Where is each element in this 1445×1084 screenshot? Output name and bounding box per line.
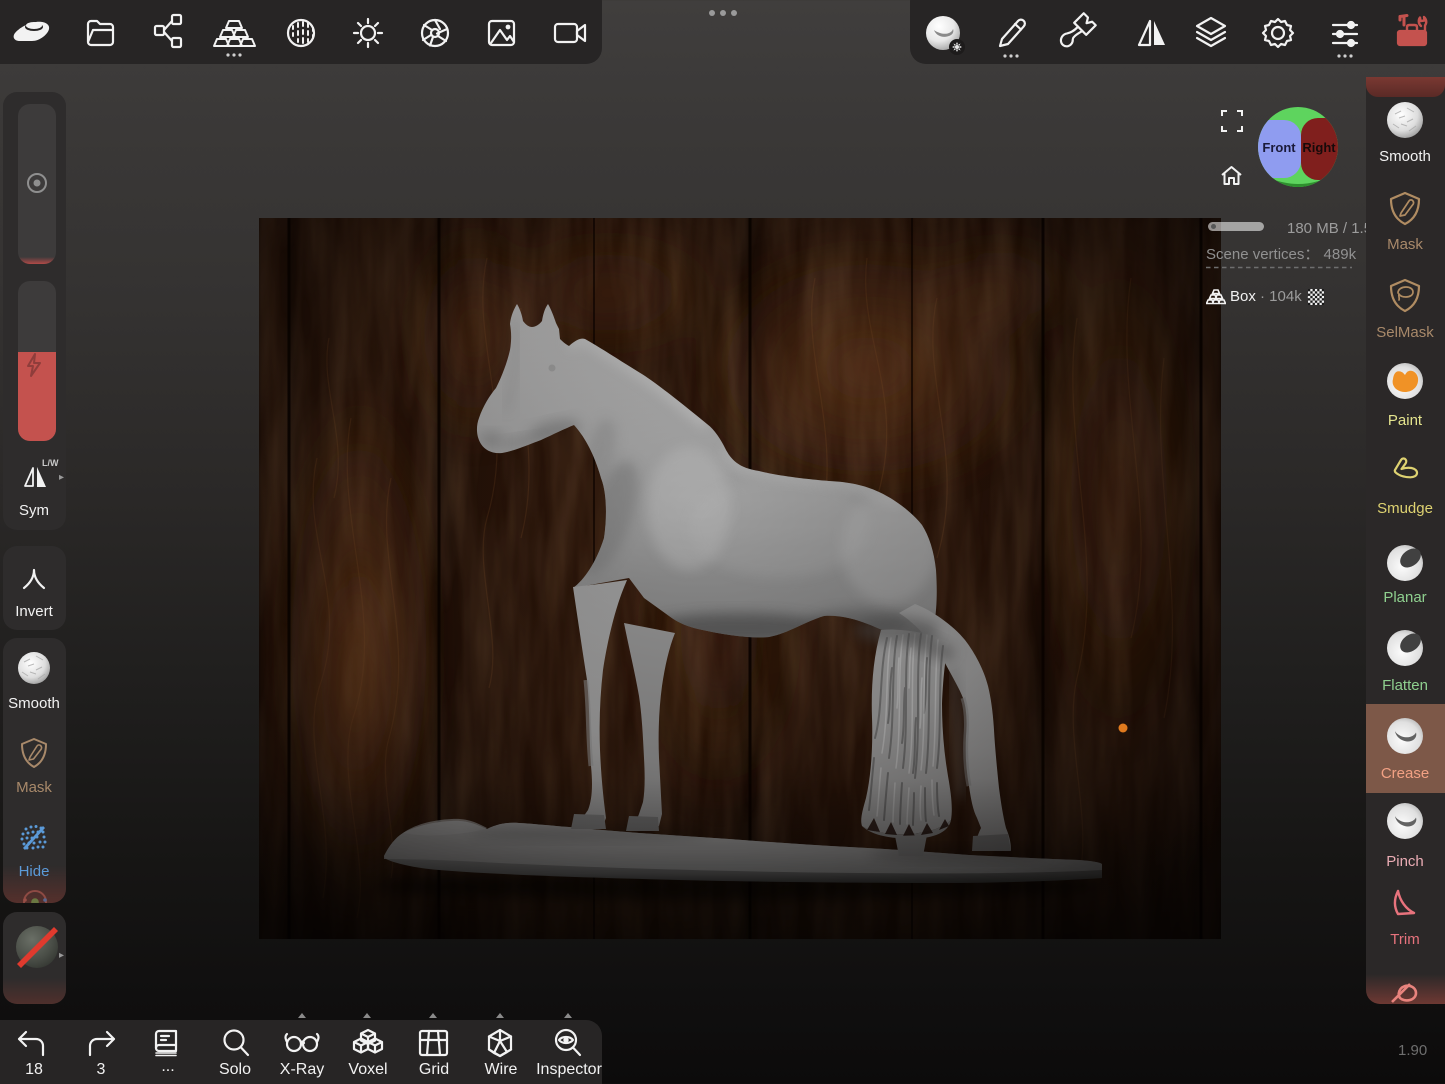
svg-text:Front: Front xyxy=(1262,140,1296,155)
svg-text:Right: Right xyxy=(1302,140,1336,155)
